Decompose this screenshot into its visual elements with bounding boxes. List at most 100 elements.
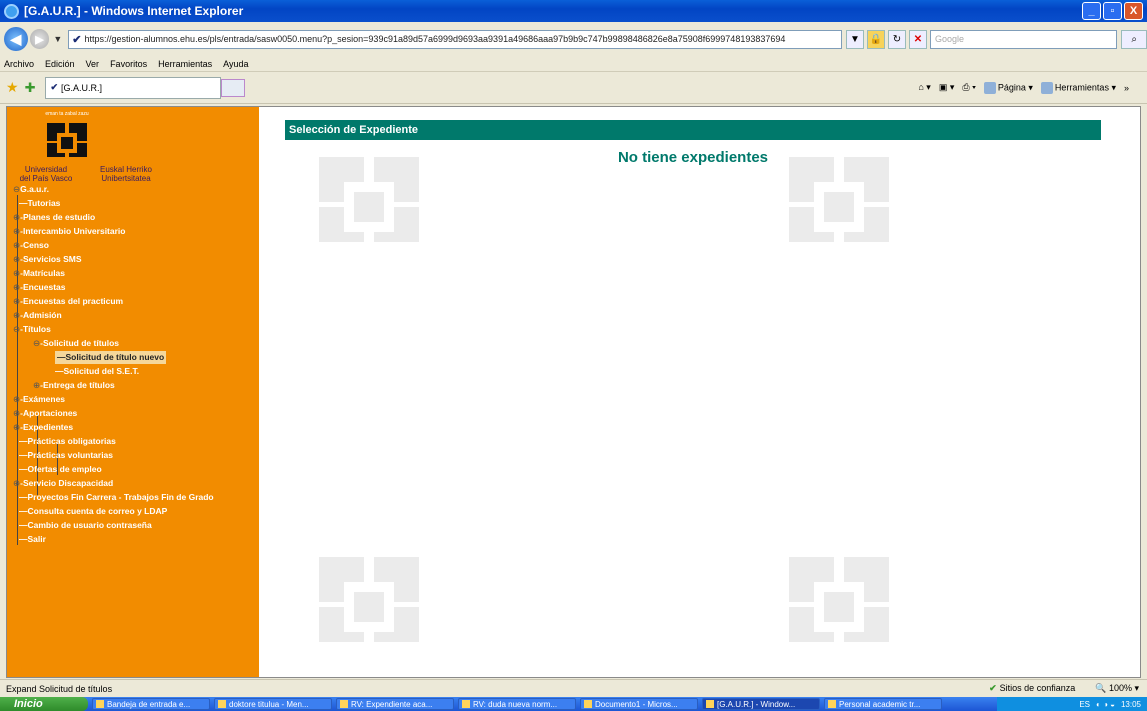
taskbar-item-active[interactable]: [G.A.U.R.] - Window... — [702, 698, 820, 710]
tools-menu[interactable]: Herramientas ▾ — [1040, 81, 1116, 94]
taskbar-item[interactable]: Personal academic tr... — [824, 698, 942, 710]
section-header: Selección de Expediente — [285, 120, 1101, 140]
print-icon[interactable]: ⎙ ▾ — [962, 82, 975, 93]
tree-item-intercambio[interactable]: ⊕-Intercambio Universitario — [13, 225, 125, 238]
address-dropdown-icon[interactable]: ▼ — [846, 29, 864, 49]
maximize-button[interactable]: ▫ — [1103, 2, 1122, 20]
add-favorite-icon[interactable]: ✚ — [25, 80, 36, 96]
taskbar-item[interactable]: doktore titulua - Men... — [214, 698, 332, 710]
tree-item-sms[interactable]: ⊕-Servicios SMS — [13, 253, 82, 266]
new-tab-button[interactable] — [221, 78, 246, 97]
tree-item-solicitud-titulo-nuevo[interactable]: —Solicitud de título nuevo — [55, 351, 167, 364]
tab-favicon-icon: ✔ — [50, 82, 59, 92]
system-tray: ES ◐ ◑ ◒ 13:05 — [997, 697, 1147, 711]
tree-item-ofertas-empleo[interactable]: —Ofertas de empleo — [19, 463, 102, 476]
university-name-eu: Euskal Herriko Unibertsitatea — [99, 165, 152, 183]
close-button[interactable]: X — [1124, 2, 1143, 20]
window-title: [G.A.U.R.] - Windows Internet Explorer — [24, 4, 244, 18]
taskbar: Inicio Bandeja de entrada e... doktore t… — [0, 697, 1147, 711]
university-logo: eman ta zabal zazu — [37, 111, 97, 159]
favorites-star-icon[interactable]: ★ — [6, 79, 19, 96]
home-icon[interactable]: ⌂ ▾ — [918, 82, 930, 93]
language-indicator[interactable]: ES — [1079, 700, 1090, 709]
address-bar[interactable]: ✔ https://gestion-alumnos.ehu.es/pls/ent… — [68, 29, 842, 49]
app-icon — [96, 700, 104, 708]
refresh-icon[interactable]: ↻ — [888, 29, 906, 49]
tabs-row: ★ ✚ ✔ [G.A.U.R.] ⌂ ▾ ▣ ▾ ⎙ ▾ Página ▾ He… — [0, 72, 1147, 104]
logo-motto: eman ta zabal zazu — [45, 111, 89, 117]
tree-item-admision[interactable]: ⊕-Admisión — [13, 309, 62, 322]
page-content: eman ta zabal zazu Universidad del País … — [6, 106, 1141, 678]
app-icon — [340, 700, 348, 708]
tree-item-practicas-voluntarias[interactable]: —Prácticas voluntarias — [19, 449, 113, 462]
menu-favoritos[interactable]: Favoritos — [110, 59, 147, 69]
minimize-button[interactable]: _ — [1082, 2, 1101, 20]
tree-item-tutorias[interactable]: —Tutorias — [19, 197, 60, 210]
tree-item-matriculas[interactable]: ⊕-Matrículas — [13, 267, 65, 280]
tree-item-solicitud-set[interactable]: —Solicitud del S.E.T. — [55, 365, 139, 378]
app-icon — [828, 700, 836, 708]
status-right: ✔ Sitios de confianza 🔍 100% ▾ — [989, 683, 1139, 694]
tree-item-cambio-contrasena[interactable]: —Cambio de usuario contraseña — [19, 519, 152, 532]
address-icons: ▼ 🔒 ↻ ✕ — [846, 29, 927, 49]
ie-logo-icon — [4, 3, 19, 19]
feeds-icon[interactable]: ▣ ▾ — [939, 82, 955, 93]
app-icon — [218, 700, 226, 708]
tree-item-entrega-titulos[interactable]: ⊕-Entrega de títulos — [33, 379, 115, 392]
history-dropdown-icon[interactable]: ▼ — [53, 34, 62, 44]
menu-archivo[interactable]: Archivo — [4, 59, 34, 69]
main-panel: Selección de Expediente No tiene expedie… — [259, 107, 1140, 677]
tab-label: [G.A.U.R.] — [61, 82, 103, 93]
tree-item-titulos[interactable]: ⊖-Títulos — [13, 323, 51, 336]
security-zone[interactable]: ✔ Sitios de confianza — [989, 683, 1075, 694]
tree-item-aportaciones[interactable]: ⊕-Aportaciones — [13, 407, 77, 420]
tree-item-expedientes[interactable]: ⊕-Expedientes — [13, 421, 73, 434]
menu-ayuda[interactable]: Ayuda — [223, 59, 248, 69]
taskbar-item[interactable]: RV: duda nueva norm... — [458, 698, 576, 710]
watermark-logo — [319, 557, 419, 642]
checkmark-icon: ✔ — [989, 683, 997, 693]
tree-item-proyectos[interactable]: —Proyectos Fin Carrera - Trabajos Fin de… — [19, 491, 214, 504]
tree-item-salir[interactable]: —Salir — [19, 533, 46, 546]
tree-item-discapacidad[interactable]: ⊕-Servicio Discapacidad — [13, 477, 113, 490]
empty-message: No tiene expedientes — [617, 149, 769, 166]
tree-item-planes[interactable]: ⊕-Planes de estudio — [13, 211, 95, 224]
url-text: https://gestion-alumnos.ehu.es/pls/entra… — [84, 34, 786, 44]
forward-button[interactable]: ▶ — [29, 29, 50, 49]
stop-icon[interactable]: ✕ — [909, 29, 927, 49]
menu-herramientas[interactable]: Herramientas — [158, 59, 212, 69]
page-menu[interactable]: Página ▾ — [983, 81, 1033, 94]
search-input[interactable]: Google — [930, 29, 1118, 49]
zoom-control[interactable]: 🔍 100% ▾ — [1095, 683, 1139, 694]
watermark-logo — [789, 557, 889, 642]
taskbar-item[interactable]: RV: Expendiente aca... — [336, 698, 454, 710]
tree-root[interactable]: ⊖G.a.u.r. — [13, 183, 49, 196]
tree-item-examenes[interactable]: ⊕-Exámenes — [13, 393, 65, 406]
tree-item-correo-ldap[interactable]: —Consulta cuenta de correo y LDAP — [19, 505, 167, 518]
app-icon — [462, 700, 470, 708]
lock-icon[interactable]: 🔒 — [867, 29, 885, 49]
site-favicon-icon: ✔ — [72, 33, 82, 46]
tree-item-censo[interactable]: ⊕-Censo — [13, 239, 49, 252]
window-controls: _ ▫ X — [1082, 2, 1143, 20]
tree-item-practicas-obligatorias[interactable]: —Prácticas obligatorias — [19, 435, 116, 448]
more-chevron-icon[interactable]: » — [1124, 83, 1129, 93]
app-icon — [706, 700, 714, 708]
taskbar-item[interactable]: Bandeja de entrada e... — [92, 698, 210, 710]
start-button[interactable]: Inicio — [0, 697, 88, 711]
tree-item-encuestas[interactable]: ⊕-Encuestas — [13, 281, 66, 294]
command-bar: ⌂ ▾ ▣ ▾ ⎙ ▾ Página ▾ Herramientas ▾ » — [918, 81, 1129, 94]
tray-icons[interactable]: ◐ ◑ ◒ — [1096, 700, 1115, 709]
clock: 13:05 — [1120, 699, 1141, 709]
menu-edicion[interactable]: Edición — [45, 59, 75, 69]
tree-item-solicitud-titulos[interactable]: ⊖-Solicitud de títulos — [33, 337, 119, 350]
status-bar: Expand Solicitud de títulos ✔ Sitios de c… — [0, 679, 1147, 697]
address-toolbar: ◀ ▶ ▼ ✔ https://gestion-alumnos.ehu.es/p… — [0, 22, 1147, 56]
tab-gaur[interactable]: ✔ [G.A.U.R.] — [45, 76, 222, 99]
taskbar-item[interactable]: Documento1 - Micros... — [580, 698, 698, 710]
sidebar: eman ta zabal zazu Universidad del País … — [7, 107, 259, 677]
search-icon[interactable]: ⌕ — [1121, 29, 1147, 49]
tree-item-encuestas-practicum[interactable]: ⊕-Encuestas del practicum — [13, 295, 123, 308]
menu-ver[interactable]: Ver — [86, 59, 100, 69]
back-button[interactable]: ◀ — [4, 27, 28, 51]
